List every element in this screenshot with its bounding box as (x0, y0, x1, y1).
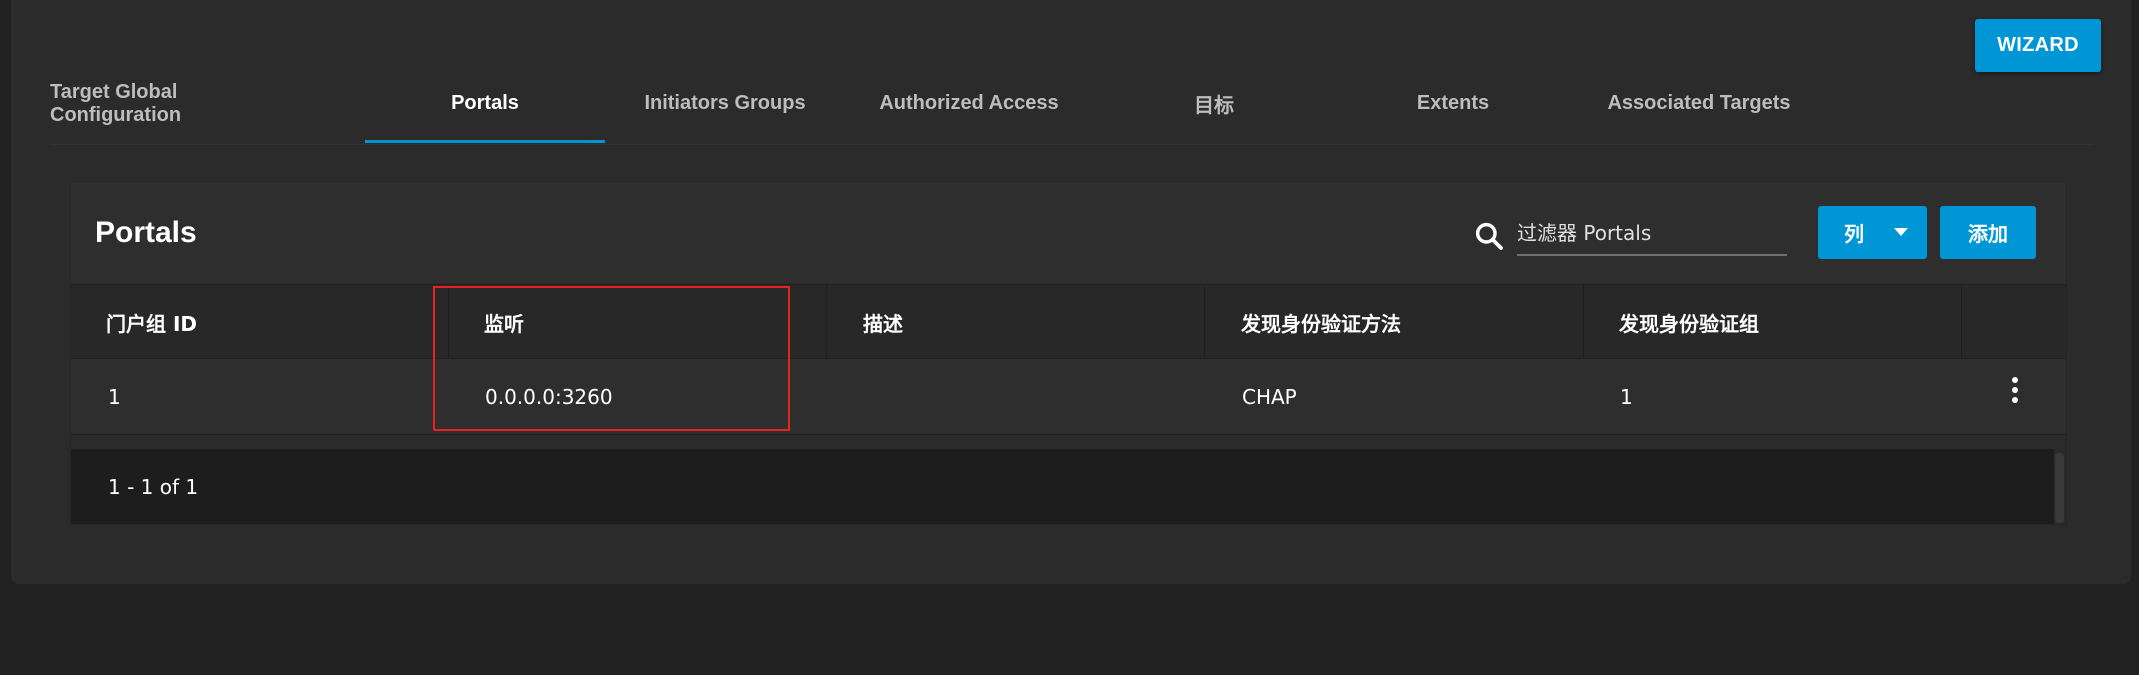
search-icon (1475, 222, 1503, 250)
tab-associated-targets[interactable]: Associated Targets (1579, 80, 1819, 145)
column-header-description[interactable]: 描述 (863, 285, 903, 360)
pagination-range: 1 - 1 of 1 (108, 474, 199, 499)
tab-portals[interactable]: Portals (365, 80, 605, 145)
table-footer: 1 - 1 of 1 (71, 449, 2054, 524)
columns-button-label: 列 (1844, 222, 1864, 246)
portals-table-card: Portals 列 添加 门户组 ID 监听 描述 发现身份验证方法 发现身份验… (71, 182, 2066, 524)
more-vert-icon[interactable] (2009, 377, 2021, 407)
tab-target-global-configuration[interactable]: Target Global Configuration (50, 80, 290, 145)
active-tab-indicator (365, 140, 605, 143)
table-header-row: 门户组 ID 监听 描述 发现身份验证方法 发现身份验证组 (71, 284, 2066, 359)
column-divider[interactable] (448, 284, 449, 359)
column-divider[interactable] (1204, 284, 1205, 359)
table-toolbar: Portals 列 添加 (71, 182, 2066, 284)
caret-down-icon (1894, 228, 1908, 236)
table-row[interactable]: 1 0.0.0.0:3260 CHAP 1 (71, 359, 2066, 435)
filter-input[interactable] (1517, 212, 1787, 256)
column-divider[interactable] (826, 284, 827, 359)
card-title: Portals (95, 216, 197, 249)
tab-initiators-groups[interactable]: Initiators Groups (605, 80, 845, 145)
column-divider[interactable] (1961, 284, 1962, 359)
columns-button[interactable]: 列 (1818, 206, 1927, 259)
column-header-discovery-auth-method[interactable]: 发现身份验证方法 (1241, 285, 1401, 360)
cell-discovery-auth-group: 1 (1620, 385, 1633, 409)
wizard-button[interactable]: WIZARD (1975, 19, 2101, 72)
cell-portal-group-id: 1 (108, 385, 121, 409)
cell-discovery-auth-method: CHAP (1242, 385, 1297, 409)
tab-bar: Target Global Configuration Portals Init… (50, 80, 2094, 145)
column-header-listen[interactable]: 监听 (484, 285, 524, 360)
tab-extents[interactable]: Extents (1333, 80, 1573, 145)
tab-targets[interactable]: 目标 (1094, 80, 1334, 145)
column-header-discovery-auth-group[interactable]: 发现身份验证组 (1619, 285, 1759, 360)
scrollbar[interactable] (2055, 453, 2064, 523)
column-divider[interactable] (1583, 284, 1584, 359)
cell-listen: 0.0.0.0:3260 (485, 385, 613, 409)
tab-authorized-access[interactable]: Authorized Access (849, 80, 1089, 145)
column-header-portal-group-id[interactable]: 门户组 ID (106, 285, 197, 360)
add-button[interactable]: 添加 (1940, 206, 2036, 259)
